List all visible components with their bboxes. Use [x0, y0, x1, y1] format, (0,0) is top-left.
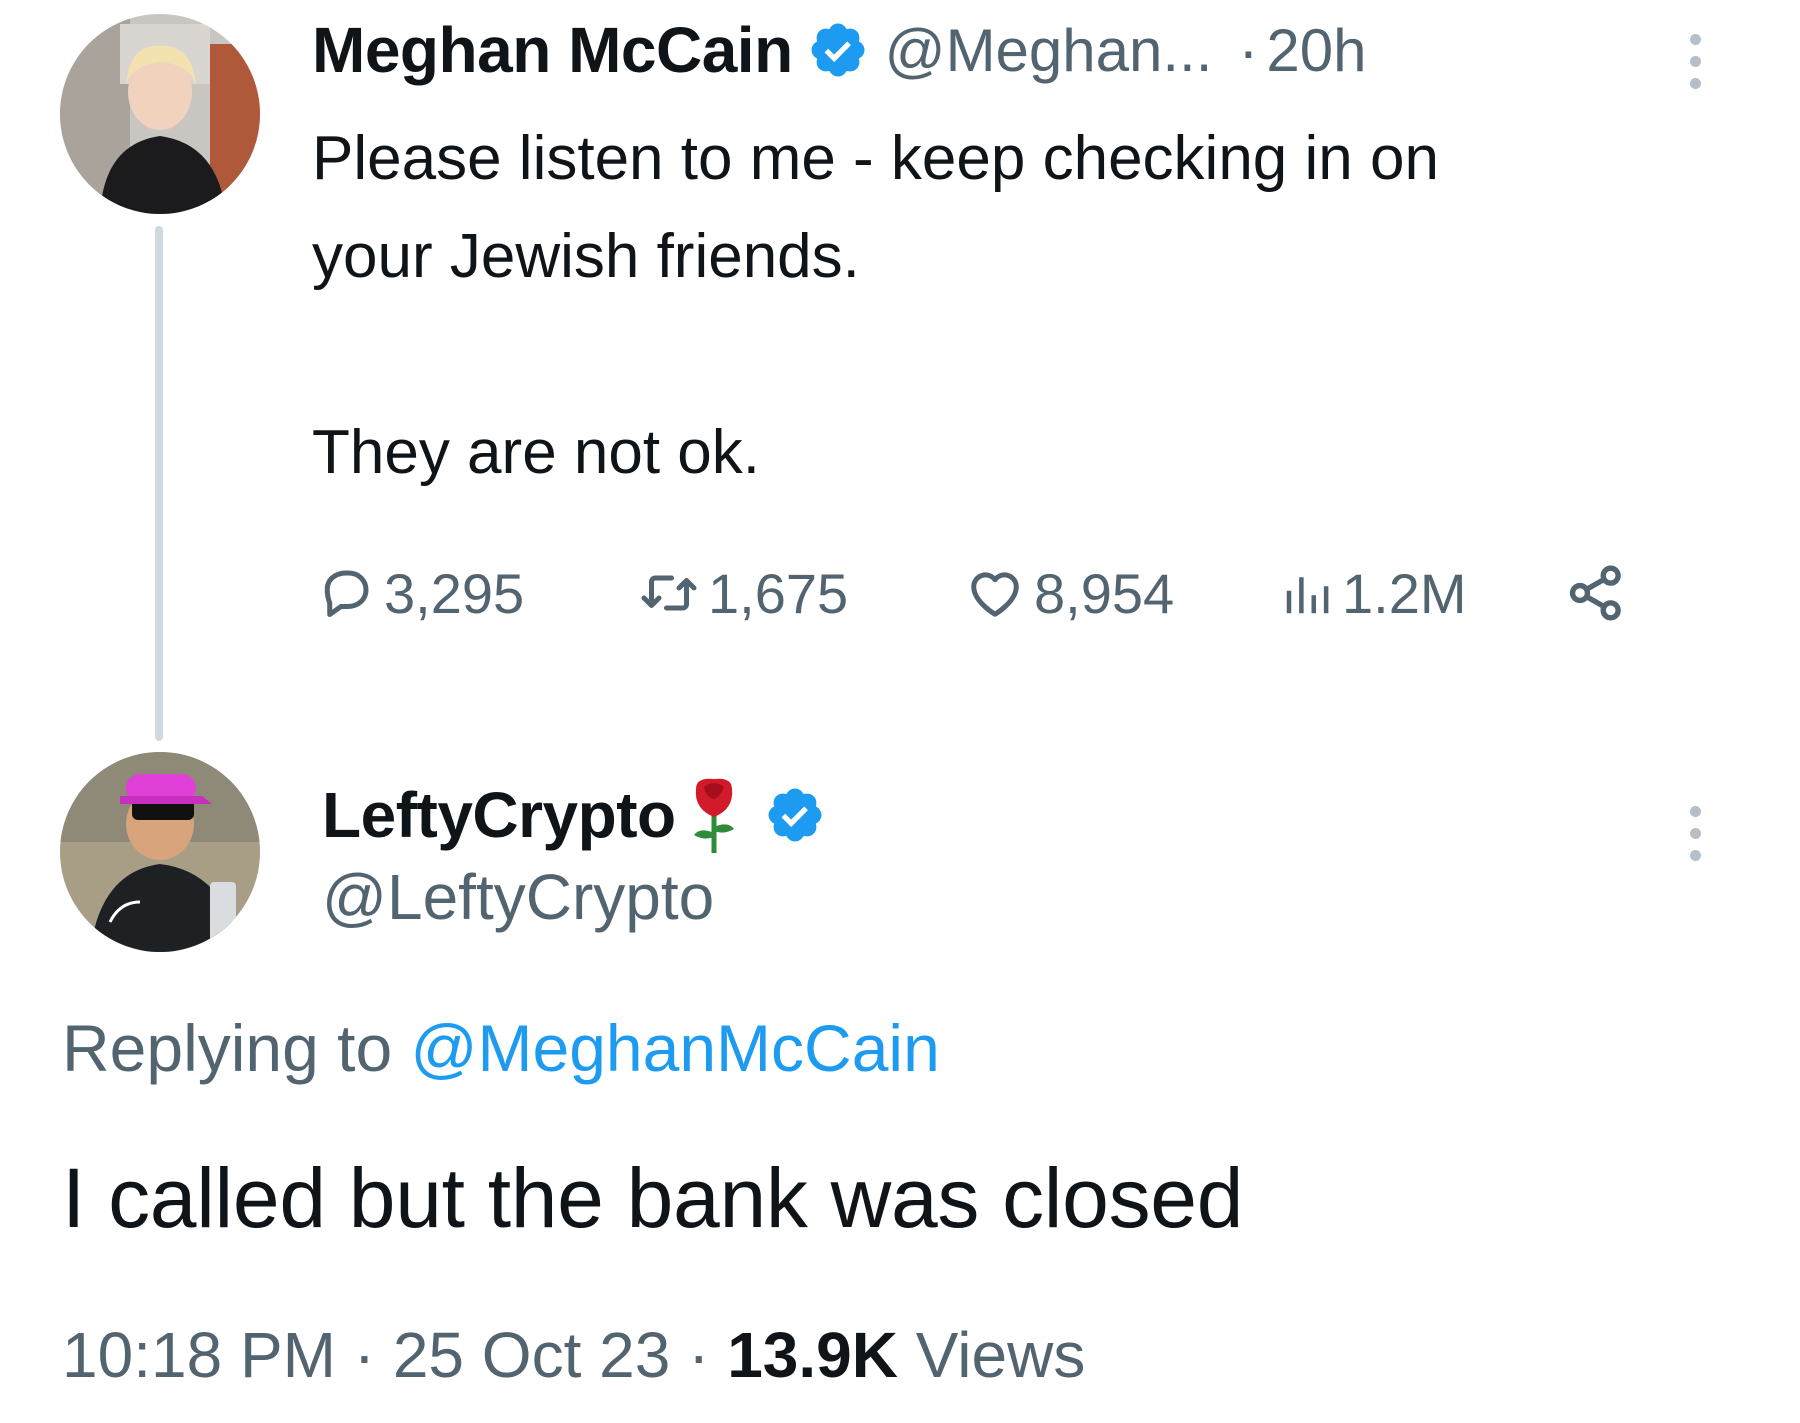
verified-badge-icon: [807, 19, 869, 81]
reply-author-handle[interactable]: @LeftyCrypto: [322, 860, 714, 934]
tweet-action-bar: 3,295 1,675 8,954 1.2M: [316, 558, 1696, 628]
author-handle[interactable]: @Meghan...: [885, 16, 1213, 85]
reply-count: 3,295: [384, 561, 525, 625]
tweet-text-line: They are not ok.: [312, 418, 761, 487]
reply-views-count[interactable]: 13.9K: [727, 1319, 898, 1391]
verified-badge-icon: [764, 784, 826, 846]
analytics-icon: [1286, 577, 1329, 614]
retweet-icon: [641, 575, 697, 611]
like-count: 8,954: [1034, 561, 1175, 625]
thread-connector-line: [155, 226, 163, 741]
tweet-text-line: Please listen to me - keep checking in o…: [312, 124, 1439, 193]
reply-time[interactable]: 10:18 PM: [62, 1319, 336, 1391]
reply-author-name[interactable]: LeftyCrypto: [322, 778, 676, 852]
separator-dot: ·: [688, 1319, 710, 1391]
replying-to: Replying to @MeghanMcCain: [62, 1010, 940, 1086]
replying-to-label: Replying to: [62, 1011, 393, 1085]
heart-icon: [971, 572, 1019, 617]
tweet-time[interactable]: 20h: [1266, 16, 1366, 85]
separator-dot: ·: [353, 1319, 376, 1391]
avatar-leftycrypto[interactable]: [60, 752, 260, 952]
share-icon: [1569, 565, 1621, 621]
reply-meta: 10:18 PM · 25 Oct 23 · 13.9K Views: [62, 1318, 1085, 1392]
reply-text: I called but the bank was closed: [62, 1151, 1244, 1245]
author-name[interactable]: Meghan McCain: [312, 13, 793, 87]
reply-date[interactable]: 25 Oct 23: [393, 1319, 671, 1391]
like-button[interactable]: 8,954: [964, 558, 1174, 628]
separator-dot: ·: [1238, 16, 1259, 84]
reply-icon: [324, 570, 369, 617]
share-button[interactable]: [1564, 558, 1628, 628]
tweet-header: Meghan McCain @Meghan... · 20h: [312, 10, 1367, 90]
reply-button[interactable]: 3,295: [316, 558, 524, 628]
avatar-meghan[interactable]: [60, 14, 260, 214]
more-options-icon[interactable]: [1690, 806, 1704, 872]
reply-header: LeftyCrypto: [322, 770, 826, 860]
views-count: 1.2M: [1342, 561, 1467, 625]
retweet-button[interactable]: 1,675: [638, 558, 848, 628]
tweet-text: Please listen to me - keep checking in o…: [312, 110, 1752, 502]
reply-views-label: Views: [915, 1319, 1086, 1391]
rose-icon: [686, 775, 742, 855]
tweet-text-line: your Jewish friends.: [312, 222, 860, 291]
views-button[interactable]: 1.2M: [1280, 558, 1467, 628]
replying-to-mention[interactable]: @MeghanMcCain: [411, 1011, 940, 1085]
more-options-icon[interactable]: [1690, 34, 1704, 100]
retweet-count: 1,675: [708, 561, 849, 625]
